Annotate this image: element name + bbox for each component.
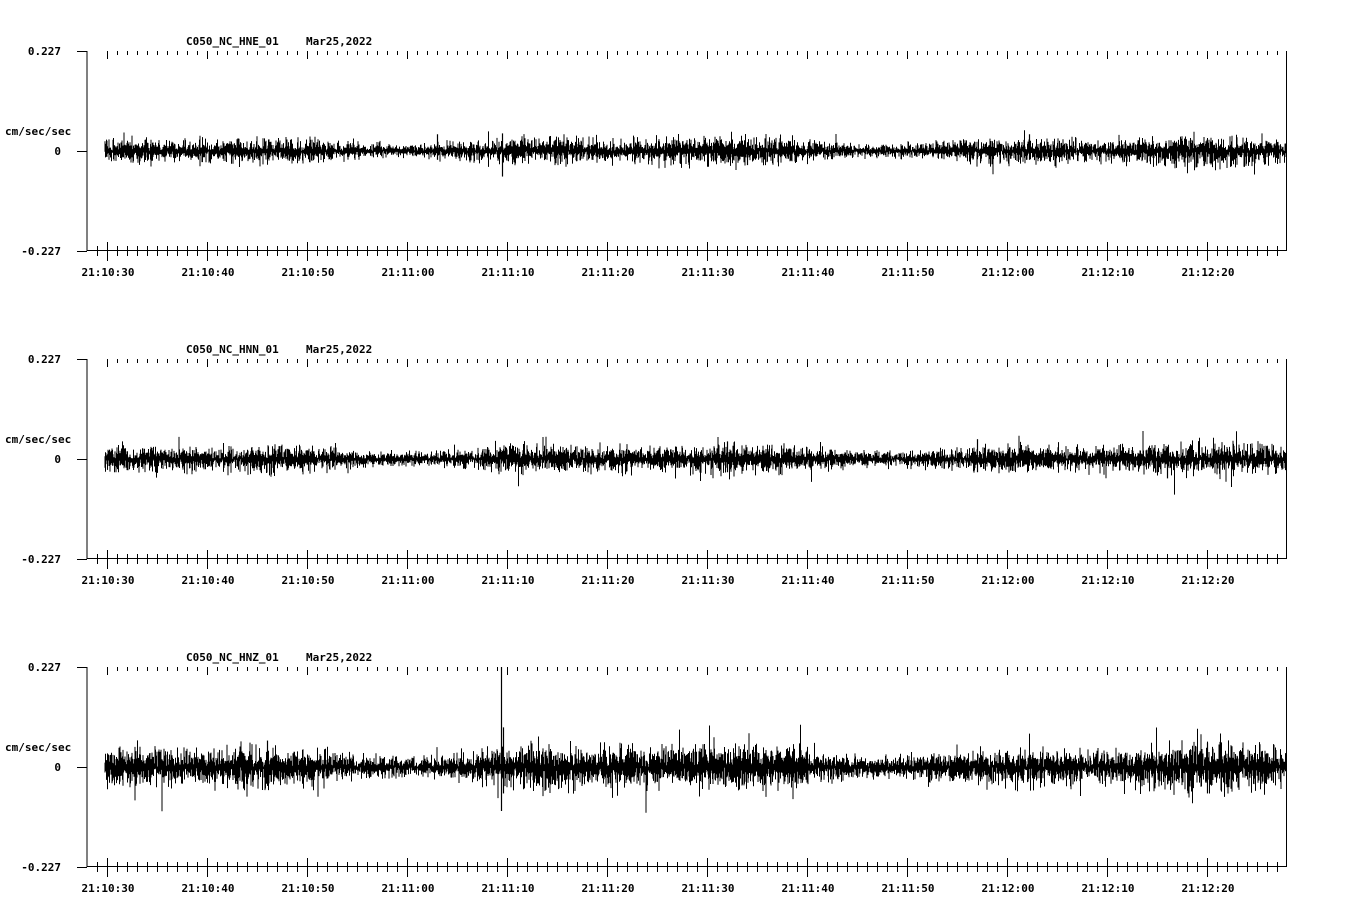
panel-title: C050_NC_HNN_01 xyxy=(186,343,279,356)
y-tick-label-zero: 0 xyxy=(54,145,61,158)
x-tick-label: 21:12:00 xyxy=(982,574,1035,587)
x-tick-label: 21:11:20 xyxy=(582,574,635,587)
y-tick-label-max: 0.227 xyxy=(28,45,61,58)
panel-title: C050_NC_HNE_01 xyxy=(186,35,279,48)
panel-title: C050_NC_HNZ_01 xyxy=(186,651,279,664)
x-tick-label: 21:11:10 xyxy=(482,574,535,587)
x-tick-label: 21:11:40 xyxy=(782,574,835,587)
x-tick-label: 21:12:10 xyxy=(1082,574,1135,587)
seismogram-panel-2: C050_NC_HNN_01 Mar25,2022 0.227 0 -0.227 cm/s… xyxy=(5,343,1287,587)
x-tick-label: 21:10:40 xyxy=(182,266,235,279)
x-tick-label: 21:11:20 xyxy=(582,266,635,279)
panel-date: Mar25,2022 xyxy=(306,651,372,664)
seismogram-panel-1: C050_NC_HNE_01 Mar25,2022 0.227 0 -0.227 cm/s… xyxy=(5,35,1287,279)
x-tick-label: 21:11:10 xyxy=(482,266,535,279)
y-tick-label-max: 0.227 xyxy=(28,661,61,674)
y-tick-label-max: 0.227 xyxy=(28,353,61,366)
waveform-trace xyxy=(104,724,1286,813)
x-tick-label: 21:11:50 xyxy=(882,266,935,279)
x-tick-label: 21:12:00 xyxy=(982,882,1035,895)
x-tick-label: 21:12:10 xyxy=(1082,882,1135,895)
y-axis-label: cm/sec/sec xyxy=(5,125,71,138)
x-tick-label: 21:12:10 xyxy=(1082,266,1135,279)
waveform-trace xyxy=(104,130,1286,175)
x-tick-label: 21:12:00 xyxy=(982,266,1035,279)
x-tick-label: 21:11:20 xyxy=(582,882,635,895)
x-tick-label: 21:10:40 xyxy=(182,882,235,895)
x-tick-label: 21:11:00 xyxy=(382,266,435,279)
x-tick-label: 21:11:30 xyxy=(682,574,735,587)
x-tick-label: 21:10:50 xyxy=(282,574,335,587)
x-tick-label: 21:11:50 xyxy=(882,882,935,895)
waveform-trace xyxy=(104,431,1286,495)
x-tick-label: 21:10:50 xyxy=(282,882,335,895)
panel-date: Mar25,2022 xyxy=(306,343,372,356)
x-tick-label: 21:11:40 xyxy=(782,266,835,279)
x-tick-label: 21:12:20 xyxy=(1182,266,1235,279)
y-tick-label-min: -0.227 xyxy=(21,553,61,566)
x-tick-label: 21:11:00 xyxy=(382,574,435,587)
y-tick-label-zero: 0 xyxy=(54,761,61,774)
x-tick-label: 21:10:40 xyxy=(182,574,235,587)
x-tick-label: 21:11:30 xyxy=(682,882,735,895)
x-tick-label: 21:10:30 xyxy=(82,882,135,895)
panel-date: Mar25,2022 xyxy=(306,35,372,48)
y-tick-label-zero: 0 xyxy=(54,453,61,466)
x-tick-label: 21:12:20 xyxy=(1182,882,1235,895)
x-tick-label: 21:12:20 xyxy=(1182,574,1235,587)
x-tick-label: 21:11:10 xyxy=(482,882,535,895)
y-axis-label: cm/sec/sec xyxy=(5,433,71,446)
x-tick-label: 21:11:40 xyxy=(782,882,835,895)
seismogram-page: C050_NC_HNE_01 Mar25,2022 0.227 0 -0.227 cm/s… xyxy=(0,0,1358,924)
seismogram-figure: C050_NC_HNE_01 Mar25,2022 0.227 0 -0.227 cm/s… xyxy=(5,35,1287,895)
x-tick-label: 21:11:30 xyxy=(682,266,735,279)
x-tick-label: 21:11:00 xyxy=(382,882,435,895)
y-tick-label-min: -0.227 xyxy=(21,861,61,874)
x-tick-label: 21:10:50 xyxy=(282,266,335,279)
seismogram-panel-3: C050_NC_HNZ_01 Mar25,2022 0.227 0 -0.227 cm/s… xyxy=(5,651,1287,895)
x-tick-label: 21:11:50 xyxy=(882,574,935,587)
x-tick-label: 21:10:30 xyxy=(82,266,135,279)
x-tick-label: 21:10:30 xyxy=(82,574,135,587)
y-axis-label: cm/sec/sec xyxy=(5,741,71,754)
y-tick-label-min: -0.227 xyxy=(21,245,61,258)
